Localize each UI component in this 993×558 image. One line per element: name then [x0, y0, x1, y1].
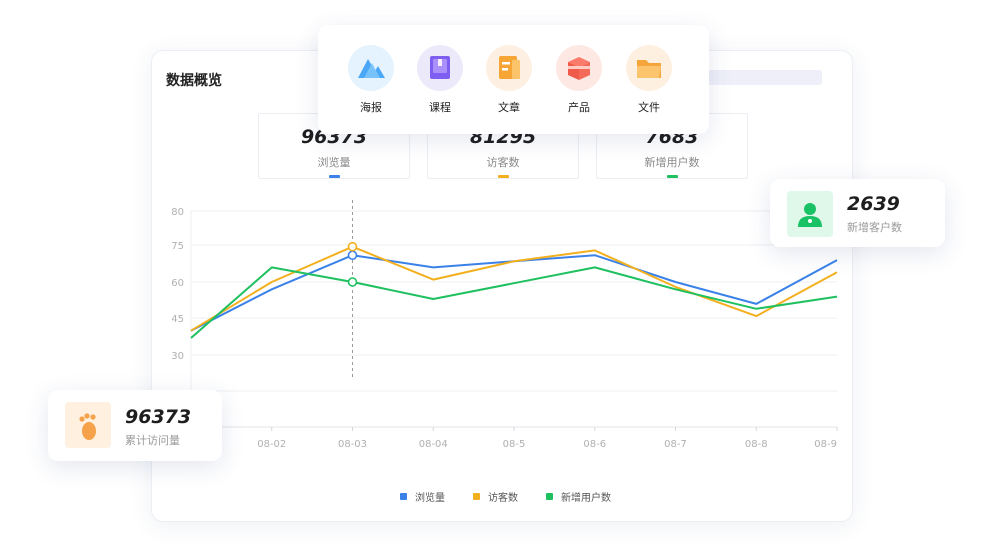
- user-icon: [787, 191, 833, 237]
- x-tick-label: 08-5: [503, 439, 526, 450]
- card-value: 2639: [847, 193, 900, 215]
- quick-item-file[interactable]: 文件: [626, 45, 672, 115]
- quick-item-product[interactable]: 产品: [556, 45, 602, 115]
- x-tick-label: 08-8: [745, 439, 768, 450]
- x-tick-label: 08-03: [338, 439, 367, 450]
- y-tick-label: 30: [171, 351, 184, 362]
- quick-item-label: 文章: [498, 101, 520, 114]
- product-icon: [556, 45, 602, 91]
- quick-item-label: 课程: [429, 101, 451, 114]
- footprint-icon: [65, 402, 111, 448]
- x-tick-label: 08-04: [419, 439, 448, 450]
- series-line-1: [190, 254, 838, 332]
- quick-item-label: 文件: [638, 101, 660, 114]
- course-icon: [417, 45, 463, 91]
- card-label: 累计访问量: [125, 434, 180, 447]
- quick-item-article[interactable]: 文章: [486, 45, 532, 115]
- quick-item-label: 海报: [360, 101, 382, 114]
- highlight-point-1: [347, 250, 358, 261]
- x-tick-label: 08-9: [814, 439, 837, 450]
- series-line-3: [190, 266, 838, 339]
- y-tick-label: 80: [171, 207, 184, 218]
- highlight-point-2: [347, 241, 358, 252]
- highlight-point-3: [347, 277, 358, 287]
- quick-icon-panel: 海报 课程 文章 产品 文件: [318, 25, 709, 134]
- x-tick-label: 08-02: [257, 439, 286, 450]
- x-tick-label: 08-7: [664, 439, 687, 450]
- card-value: 96373: [125, 406, 192, 428]
- quick-item-course[interactable]: 课程: [417, 45, 463, 115]
- quick-item-label: 产品: [568, 101, 590, 114]
- y-tick-label: 60: [171, 278, 184, 289]
- card-label: 新增客户数: [847, 221, 902, 234]
- new-customers-card[interactable]: 2639 新增客户数: [770, 179, 945, 247]
- poster-icon: [348, 45, 394, 91]
- total-visits-card[interactable]: 96373 累计访问量: [48, 390, 222, 461]
- y-tick-label: 75: [171, 241, 184, 252]
- article-icon: [486, 45, 532, 91]
- quick-item-poster[interactable]: 海报: [348, 45, 394, 115]
- x-tick-label: 08-6: [583, 439, 606, 450]
- folder-icon: [626, 45, 672, 91]
- y-tick-label: 45: [171, 314, 184, 325]
